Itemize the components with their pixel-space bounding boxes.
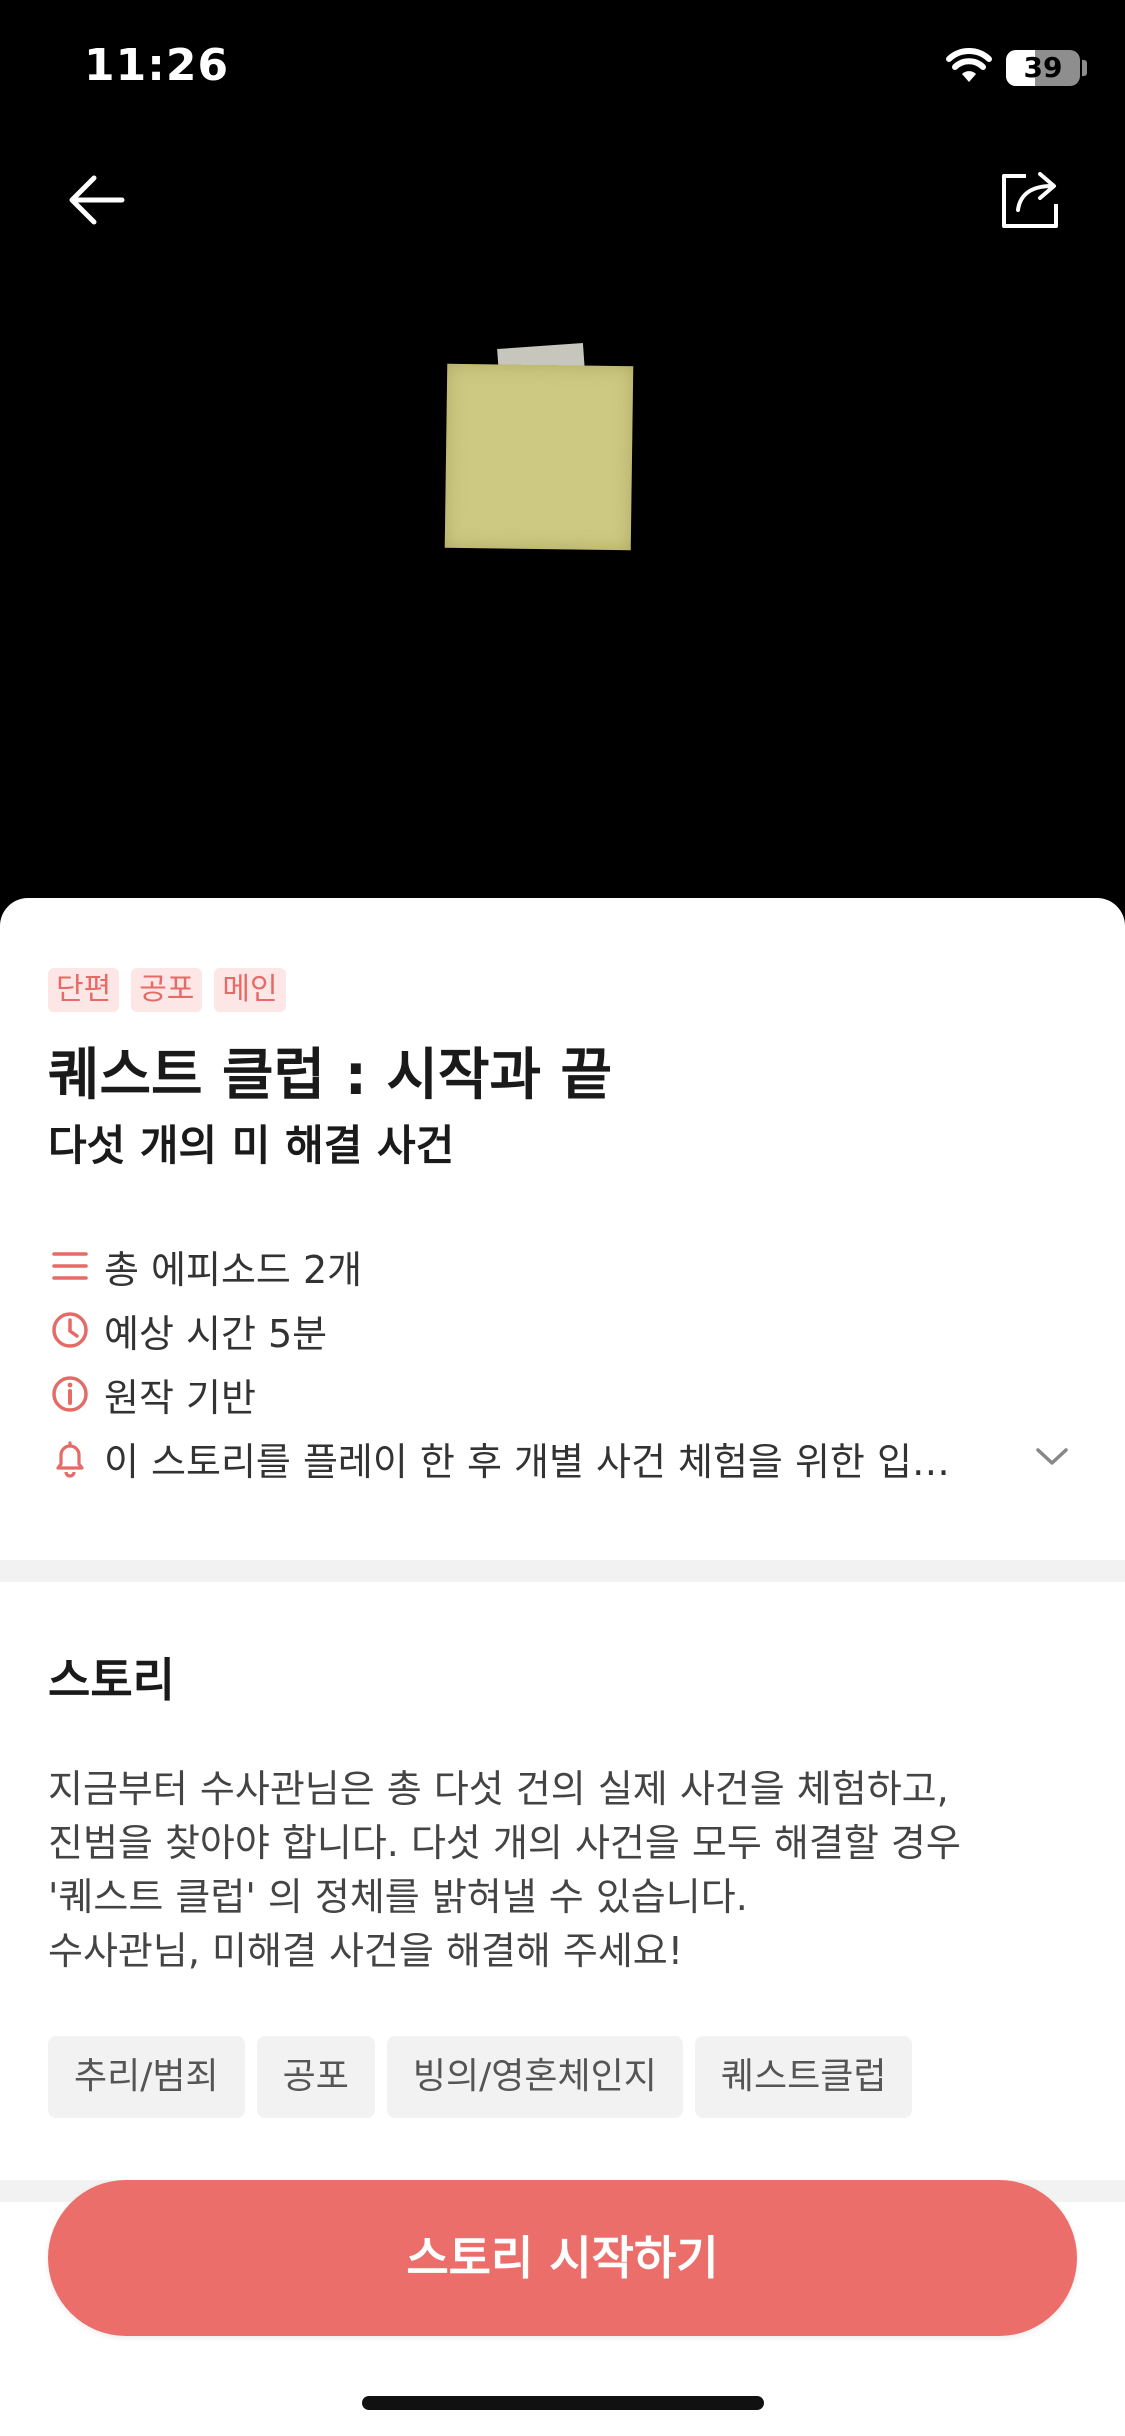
info-duration: 예상 시간 5분 <box>48 1298 1088 1362</box>
arrow-left-icon <box>69 175 125 225</box>
info-notice[interactable]: 이 스토리를 플레이 한 후 개별 사건 체험을 위한 입… <box>48 1426 1088 1490</box>
story-title: 퀘스트 클럽 : 시작과 끝 <box>48 1043 613 1108</box>
genre-chip-questclub[interactable]: 퀘스트클럽 <box>694 2036 913 2118</box>
battery-icon: 39 <box>1006 50 1080 86</box>
section-divider <box>0 1560 1125 1582</box>
battery-percent: 39 <box>1023 51 1063 84</box>
genre-chip-possession[interactable]: 빙의/영혼체인지 <box>386 2036 683 2118</box>
genre-chip-list: 추리/범죄 공포 빙의/영혼체인지 퀘스트클럽 <box>48 2036 913 2118</box>
tag-list: 단편 공포 메인 <box>48 968 286 1012</box>
story-line: 수사관님, 미해결 사건을 해결해 주세요! <box>48 1929 683 1973</box>
battery-tip <box>1082 60 1087 76</box>
list-icon <box>48 1244 92 1288</box>
tag-main: 메인 <box>214 968 286 1012</box>
story-section-title: 스토리 <box>48 1653 175 1707</box>
story-line: 진범을 찾아야 합니다. 다섯 개의 사건을 모두 해결할 경우 <box>48 1821 961 1865</box>
status-bar: 11:26 39 <box>0 0 1125 140</box>
info-duration-text: 예상 시간 5분 <box>104 1311 328 1356</box>
share-button[interactable] <box>990 160 1070 240</box>
info-notice-text: 이 스토리를 플레이 한 후 개별 사건 체험을 위한 입… <box>104 1439 950 1484</box>
wifi-icon <box>946 48 992 82</box>
genre-chip-mystery[interactable]: 추리/범죄 <box>48 2036 245 2118</box>
info-origin-text: 원작 기반 <box>104 1375 256 1420</box>
share-icon <box>1002 172 1058 228</box>
home-indicator <box>362 2396 764 2410</box>
status-time: 11:26 <box>84 40 230 91</box>
sticky-note-image <box>444 363 634 551</box>
clock-icon <box>48 1308 92 1352</box>
story-line: 지금부터 수사관님은 총 다섯 건의 실제 사건을 체험하고, <box>48 1767 949 1811</box>
tag-short: 단편 <box>48 968 120 1012</box>
back-button[interactable] <box>56 160 136 240</box>
info-episodes-text: 총 에피소드 2개 <box>104 1247 363 1292</box>
info-episodes: 총 에피소드 2개 <box>48 1234 1088 1298</box>
hero-image-area <box>0 0 1125 940</box>
story-subtitle: 다섯 개의 미 해결 사건 <box>48 1121 455 1170</box>
info-origin: 원작 기반 <box>48 1362 1088 1426</box>
chevron-down-icon[interactable] <box>1034 1444 1070 1472</box>
genre-chip-horror[interactable]: 공포 <box>256 2036 375 2118</box>
story-line: '퀘스트 클럽' 의 정체를 밝혀낼 수 있습니다. <box>48 1875 748 1919</box>
story-description: 지금부터 수사관님은 총 다섯 건의 실제 사건을 체험하고, 진범을 찾아야 … <box>48 1762 1078 1978</box>
bell-icon <box>48 1436 92 1480</box>
info-icon <box>48 1372 92 1416</box>
tag-horror: 공포 <box>131 968 203 1012</box>
start-story-button[interactable]: 스토리 시작하기 <box>48 2180 1077 2336</box>
info-list: 총 에피소드 2개 예상 시간 5분 원작 기반 이 스토리를 플레이 한 후 … <box>48 1234 1088 1490</box>
